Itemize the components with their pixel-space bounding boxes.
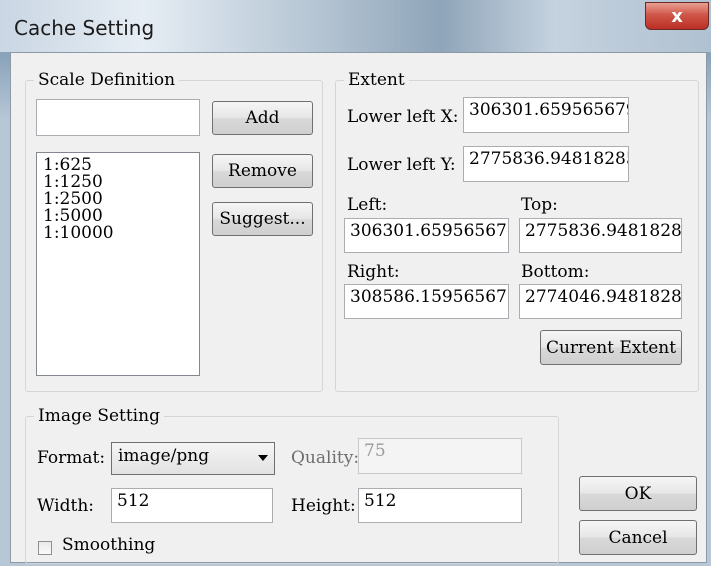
remove-button[interactable]: Remove	[212, 154, 313, 188]
quality-label: Quality:	[291, 448, 360, 468]
top-label: Top:	[521, 195, 558, 215]
suggest-button[interactable]: Suggest...	[212, 202, 313, 236]
height-label: Height:	[291, 496, 356, 516]
top-field[interactable]: 2775836.94818285	[519, 218, 682, 253]
image-setting-label: Image Setting	[34, 406, 164, 426]
chevron-down-icon	[258, 455, 268, 461]
list-item[interactable]: 1:10000	[43, 225, 193, 242]
left-field[interactable]: 306301.659565679	[344, 218, 509, 253]
scale-definition-label: Scale Definition	[34, 70, 180, 90]
close-button[interactable]: x	[645, 2, 709, 30]
close-icon: x	[671, 5, 683, 27]
left-label: Left:	[347, 195, 388, 215]
title-bar[interactable]: Cache Setting x	[0, 0, 711, 52]
lower-left-y-field[interactable]: 2775836.94818285	[463, 146, 629, 182]
current-extent-button[interactable]: Current Extent	[540, 330, 682, 365]
window-title: Cache Setting	[14, 16, 155, 40]
format-dropdown[interactable]: image/png	[111, 442, 275, 475]
quality-field[interactable]: 75	[358, 438, 522, 474]
scale-input[interactable]	[36, 99, 200, 136]
ok-button[interactable]: OK	[579, 476, 697, 511]
add-button[interactable]: Add	[212, 101, 313, 135]
smoothing-checkbox[interactable]	[38, 541, 52, 555]
lower-left-x-label: Lower left X:	[347, 107, 459, 127]
bottom-field[interactable]: 2774046.94818285	[519, 284, 682, 319]
height-field[interactable]: 512	[358, 488, 522, 523]
width-field[interactable]: 512	[111, 488, 273, 523]
smoothing-label[interactable]: Smoothing	[62, 535, 155, 555]
width-label: Width:	[37, 496, 95, 516]
lower-left-x-field[interactable]: 306301.659565679	[463, 97, 629, 133]
right-field[interactable]: 308586.159565679	[344, 284, 509, 319]
bottom-label: Bottom:	[521, 262, 590, 282]
format-label: Format:	[37, 448, 106, 468]
right-label: Right:	[347, 262, 400, 282]
format-value: image/png	[118, 446, 210, 466]
extent-label: Extent	[344, 70, 409, 90]
lower-left-y-label: Lower left Y:	[347, 155, 456, 175]
cancel-button[interactable]: Cancel	[579, 520, 697, 555]
scale-list[interactable]: 1:625 1:1250 1:2500 1:5000 1:10000	[36, 152, 200, 376]
